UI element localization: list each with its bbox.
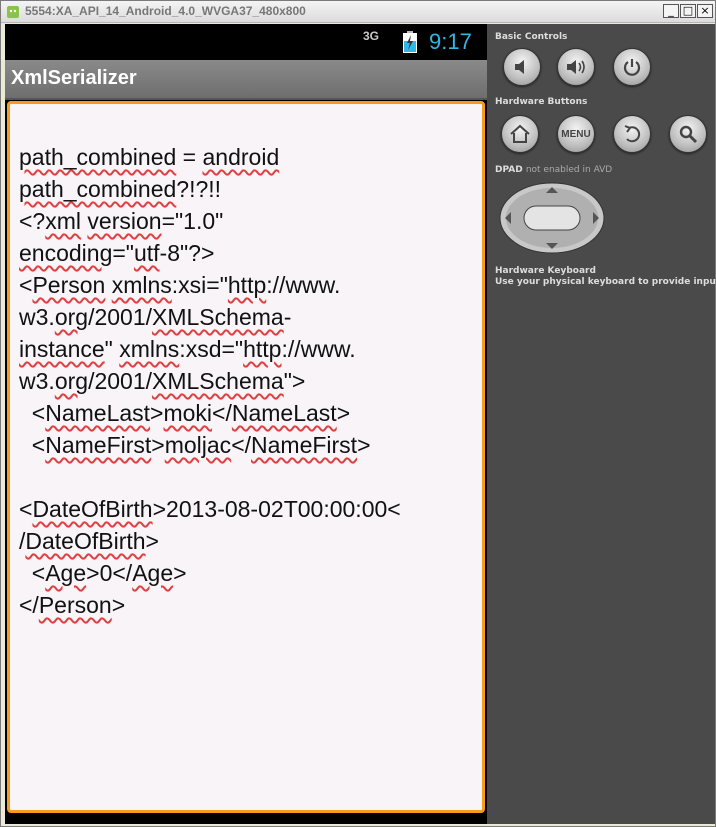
minimize-button[interactable]: _ (663, 4, 679, 18)
volume-up-icon (567, 60, 585, 74)
xml-text-line: <NameFirst>moljac</NameFirst> (19, 432, 371, 458)
xml-output-text: path_combined = android path_combined?!?!… (19, 141, 459, 621)
menu-button-label: MENU (561, 128, 591, 140)
home-icon (510, 124, 530, 143)
xml-text-line: <NameLast>moki</NameLast> (19, 400, 351, 426)
back-icon (624, 125, 641, 143)
power-icon (623, 59, 641, 76)
xml-text-line: /DateOfBirth> (19, 528, 159, 554)
status-bar: 3G 9:17 (5, 24, 487, 60)
xml-text-line: instance" xmlns:xsd="http://www. (19, 336, 356, 362)
dpad-label: DPAD not enabled in AVD (495, 165, 612, 175)
xml-text-line: <?xml version="1.0" (19, 208, 224, 234)
volume-down-button[interactable] (503, 48, 541, 86)
android-app-icon (7, 6, 19, 18)
maximize-button[interactable]: □ (680, 4, 696, 18)
xml-text-line: path_combined = android (19, 144, 280, 170)
xml-text-line: <Age>0</Age> (19, 560, 187, 586)
xml-text-line: w3.org/2001/XMLSchema- (19, 304, 292, 330)
xml-text-line: <DateOfBirth>2013-08-02T00:00:00< (19, 496, 401, 522)
hardware-buttons-label: Hardware Buttons (495, 97, 588, 107)
signal-indicator: 3G (363, 29, 380, 43)
hardware-keyboard-note: Use your physical keyboard to provide in… (495, 277, 716, 287)
xml-text-line: encoding="utf-8"?> (19, 240, 215, 266)
xml-text-line: </Person> (19, 592, 126, 618)
status-clock: 9:17 (429, 29, 472, 54)
xml-text-line: <Person xmlns:xsi="http://www. (19, 272, 341, 298)
volume-down-icon (515, 60, 524, 74)
search-icon (679, 125, 698, 144)
basic-controls-label: Basic Controls (495, 32, 568, 42)
xml-text-line: w3.org/2001/XMLSchema"> (19, 368, 306, 394)
device-screen[interactable]: 3G 9:17 XmlSerializer path_combined = an… (5, 24, 487, 824)
window-title: 5554:XA_API_14_Android_4.0_WVGA37_480x80… (25, 4, 306, 18)
xml-text-line: path_combined?!?!! (19, 176, 222, 202)
emulator-controls-panel: Basic Controls Hardware Buttons MENU DPA… (487, 24, 716, 824)
hardware-keyboard-label: Hardware Keyboard (495, 266, 596, 276)
dpad-label-text: DPAD (495, 165, 523, 175)
battery-icon (403, 31, 417, 53)
app-title: XmlSerializer (11, 67, 137, 89)
dpad-control[interactable] (499, 182, 605, 254)
dpad-note: not enabled in AVD (525, 165, 613, 175)
emulator-window: 5554:XA_API_14_Android_4.0_WVGA37_480x80… (0, 0, 716, 827)
power-button[interactable] (613, 48, 651, 86)
close-button[interactable]: × (697, 4, 713, 18)
xml-text-line (19, 461, 459, 493)
action-bar: XmlSerializer (5, 60, 487, 100)
title-bar[interactable]: 5554:XA_API_14_Android_4.0_WVGA37_480x80… (1, 1, 715, 23)
search-button[interactable] (669, 115, 707, 153)
back-button[interactable] (613, 115, 651, 153)
volume-up-button[interactable] (557, 48, 595, 86)
home-button[interactable] (501, 115, 539, 153)
menu-button[interactable]: MENU (557, 115, 595, 153)
